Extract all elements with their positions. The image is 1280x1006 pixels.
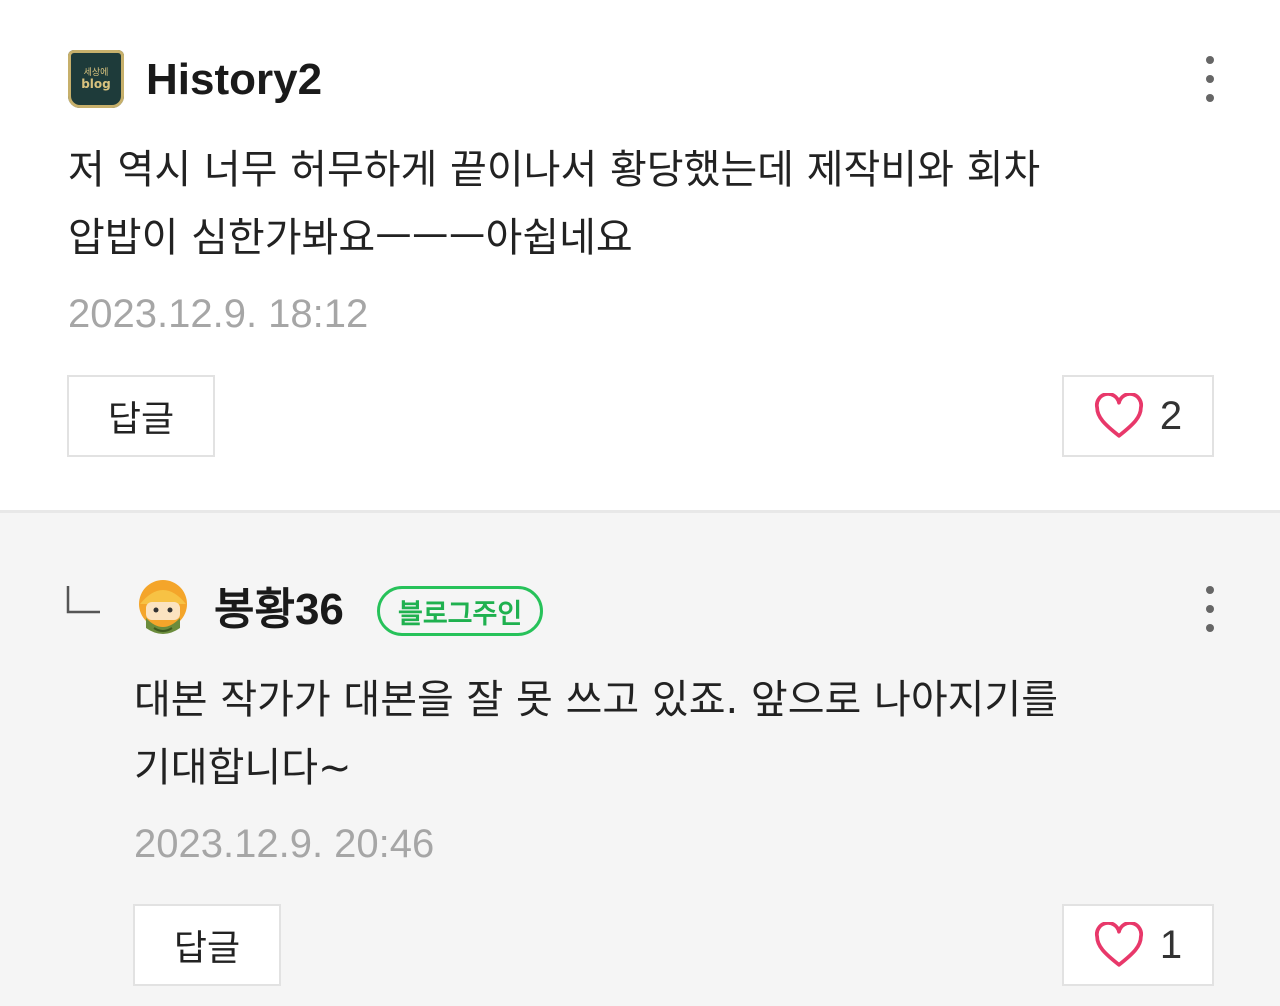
comment-author[interactable]: 봉황36 <box>214 584 344 636</box>
reply-button[interactable]: 답글 <box>67 375 215 457</box>
reply-button[interactable]: 답글 <box>133 904 281 986</box>
like-button[interactable]: 2 <box>1062 375 1214 457</box>
comment-author[interactable]: History2 <box>146 54 322 106</box>
comment-date: 2023.12.9. 18:12 <box>68 292 369 336</box>
author-avatar[interactable]: 세상에 blog <box>68 50 124 108</box>
heart-outline-icon <box>1094 393 1143 438</box>
like-count: 2 <box>1159 393 1183 438</box>
heart-outline-icon <box>1094 922 1143 967</box>
avatar-label-bottom: blog <box>81 76 111 91</box>
blog-owner-badge: 블로그주인 <box>377 586 544 636</box>
reply-corner-icon <box>66 586 100 614</box>
like-count: 1 <box>1159 922 1183 967</box>
avatar-label-top: 세상에 <box>83 67 109 78</box>
more-vertical-icon[interactable] <box>1205 586 1215 632</box>
more-vertical-icon[interactable] <box>1205 56 1215 102</box>
like-button[interactable]: 1 <box>1062 904 1214 986</box>
comment-text-line: 저 역시 너무 허무하게 끝이나서 황당했는데 제작비와 회차 <box>68 147 1041 193</box>
comment-date: 2023.12.9. 20:46 <box>134 822 435 866</box>
comment-text-line: 대본 작가가 대본을 잘 못 쓰고 있죠. 앞으로 나아지기를 <box>134 677 1059 723</box>
comment-text-line: 기대합니다~ <box>134 745 352 791</box>
comment-text-line: 압밥이 심한가봐요ㅡㅡㅡ아쉽네요 <box>68 215 633 261</box>
author-avatar[interactable] <box>132 578 194 640</box>
comment-item: 세상에 blog History2 저 역시 너무 허무하게 끝이나서 황당했는… <box>0 0 1280 512</box>
